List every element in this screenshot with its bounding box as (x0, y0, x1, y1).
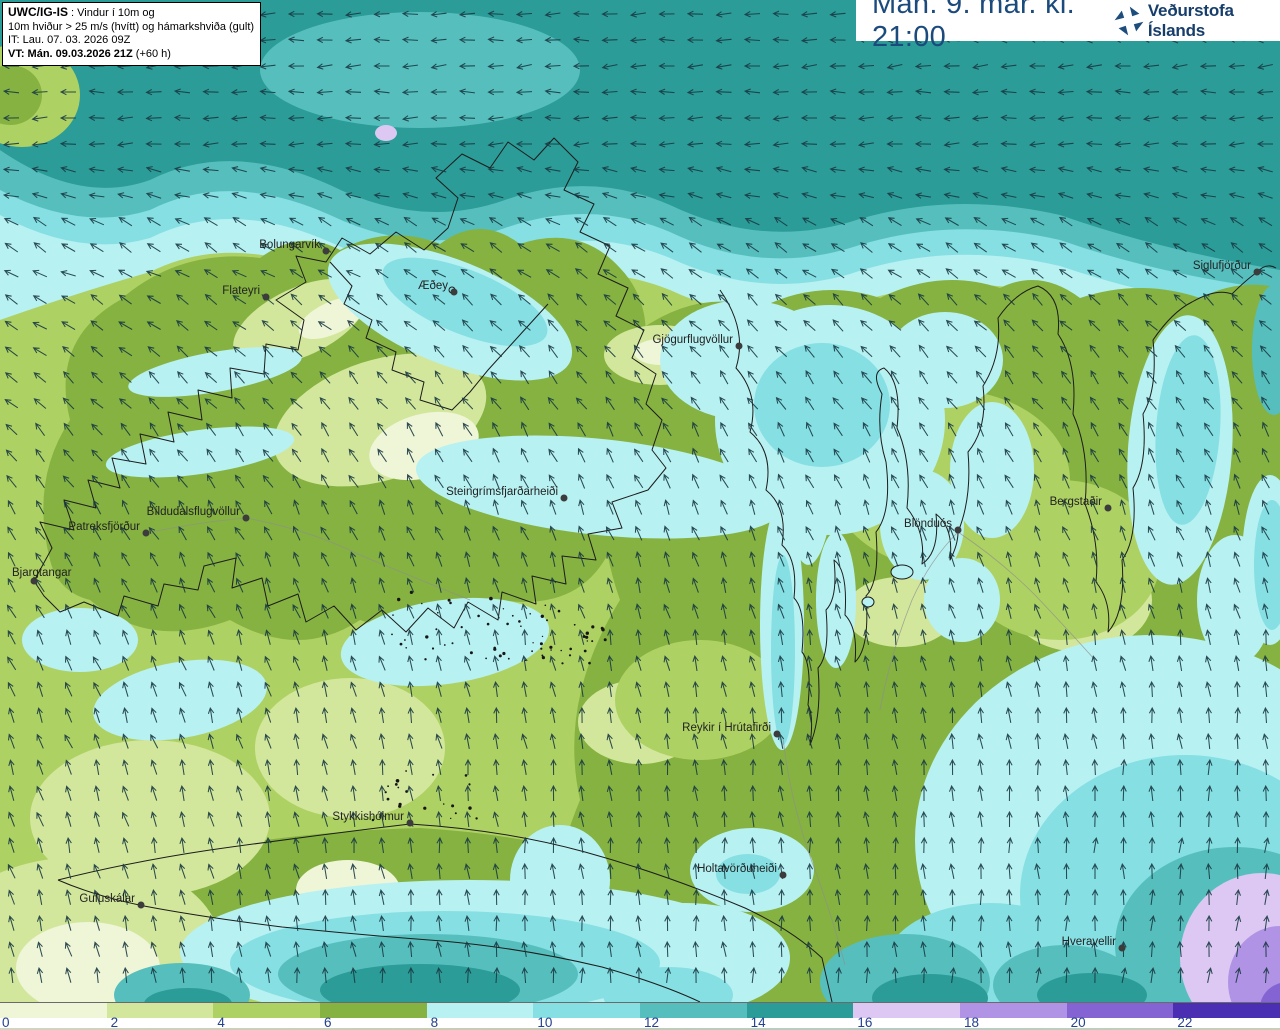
org-name: Veðurstofa Íslands (1147, 0, 1234, 40)
station-label: Reykir í Hrútafirði (682, 722, 771, 734)
legend-segment (320, 1003, 427, 1018)
station-label: Gufuskálar (79, 893, 135, 905)
model-info-box: UWC/IG-IS : Vindur í 10m og 10m hviður >… (2, 2, 262, 66)
forecast-time-bar: Mán. 9. mar. kl. 21:00 Veðurstofa Ísland… (856, 0, 1280, 53)
model-info-line2: 10m hviður > 25 m/s (hvítt) og hámarkshv… (8, 20, 255, 33)
legend-segment (213, 1003, 321, 1018)
station-dot (242, 514, 250, 522)
station-dot (954, 526, 962, 534)
model-info-line4: VT: Mán. 09.03.2026 21Z (+60 h) (8, 47, 171, 60)
station-label: Patreksfjörður (68, 521, 140, 533)
station-label: Siglufjörður (1193, 260, 1251, 272)
station-label: Bolungarvík (259, 239, 320, 251)
station-dot (779, 871, 787, 879)
station-label: Bíldudalsflugvöllur (147, 506, 241, 518)
station-label: Hveravellir (1062, 936, 1116, 948)
station-label: Flateyri (222, 285, 260, 297)
station-label: Holtavörðuheiði (697, 863, 777, 875)
station-dot (1118, 944, 1126, 952)
vedurstofa-logo-icon (1114, 6, 1144, 35)
station-dot (735, 342, 743, 350)
station-dot (560, 494, 568, 502)
station-label: Bjargtangar (12, 567, 72, 579)
station-label: Æðey (418, 280, 448, 292)
legend-segment (0, 1003, 107, 1018)
wind-forecast-map-page: Bolungarvík Flateyri Æðey Gjögurflugvöllur S… (0, 0, 1280, 1030)
station-label: Blönduós (904, 518, 952, 530)
station-dot (262, 293, 270, 301)
station-label: Bergstaðir (1050, 496, 1103, 508)
model-info-line1: UWC/IG-IS : Vindur í 10m og (8, 5, 155, 19)
wind-speed-legend (0, 1002, 1280, 1018)
station-dot (322, 247, 330, 255)
station-dot (406, 819, 414, 827)
vedurstofa-brand: Veðurstofa Íslands (1113, 1, 1272, 41)
station-label: Steingrímsfjarðarheiði (446, 486, 558, 498)
station-dot (1253, 268, 1261, 276)
station-label: Stykkishólmur (332, 811, 404, 823)
station-dot (137, 901, 145, 909)
model-info-line3: IT: Lau. 07. 03. 2026 09Z (8, 34, 131, 46)
station-label: Gjögurflugvöllur (652, 334, 733, 346)
station-dot (773, 730, 781, 738)
station-dot (142, 529, 150, 537)
station-dot (1104, 504, 1112, 512)
wind-map-svg: Bolungarvík Flateyri Æðey Gjögurflugvöllur S… (0, 0, 1280, 1002)
station-dot (450, 288, 458, 296)
legend-segment (426, 1003, 534, 1018)
valid-datetime-label: Mán. 9. mar. kl. 21:00 (872, 0, 1076, 53)
legend-tick-labels: 0 2 4 6 8 10 12 14 16 18 20 22 (0, 1015, 1280, 1030)
legend-segment (106, 1003, 214, 1018)
